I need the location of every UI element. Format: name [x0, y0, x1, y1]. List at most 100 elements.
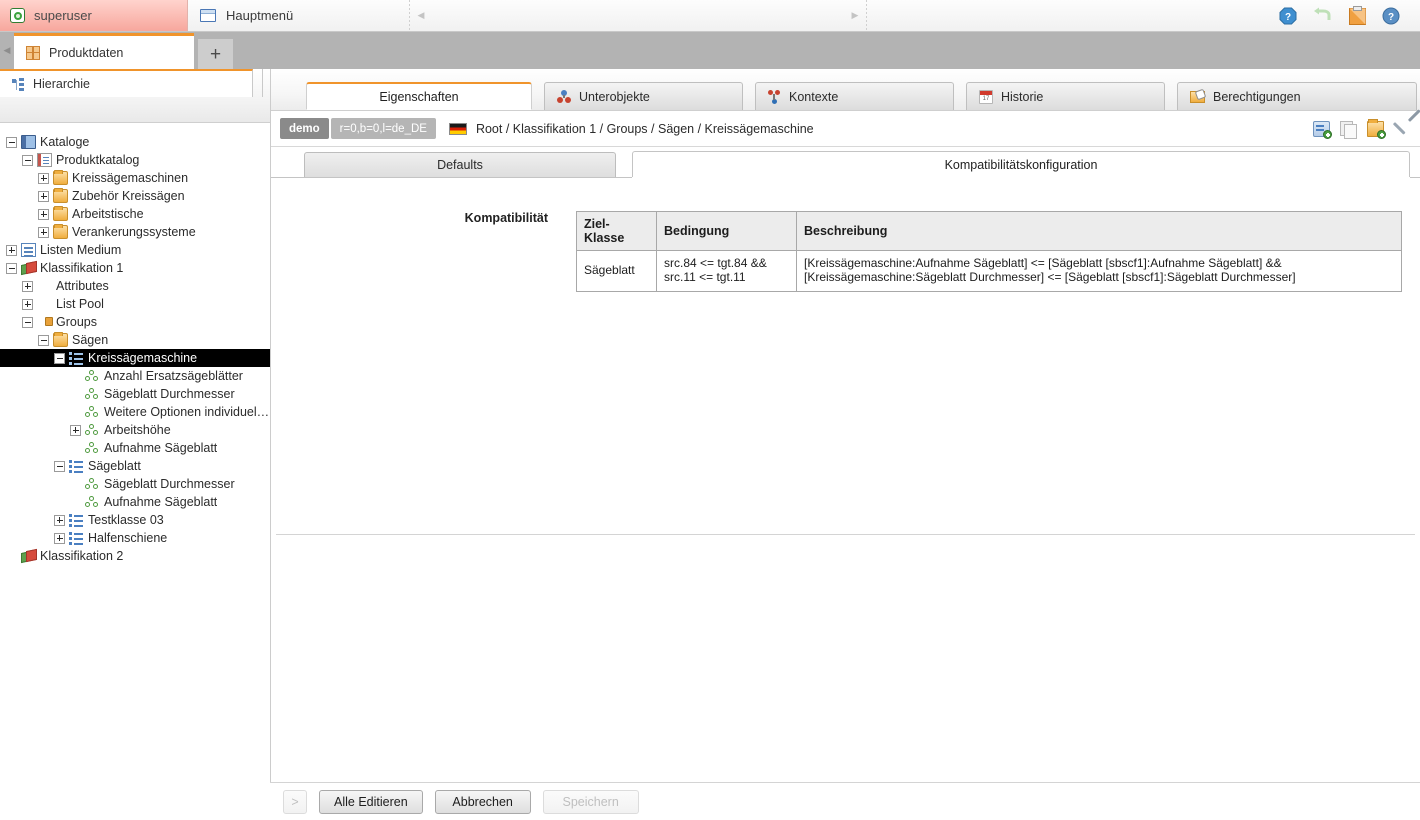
- collapse-icon[interactable]: [6, 263, 17, 274]
- collapse-icon[interactable]: [22, 317, 33, 328]
- breadcrumb-bar: demo r=0,b=0,l=de_DE Root / Klassifikati…: [271, 111, 1420, 147]
- tree-item[interactable]: Anzahl Ersatzsägeblätter: [0, 367, 270, 385]
- cubes-icon: [21, 261, 36, 275]
- collapse-icon[interactable]: [6, 137, 17, 148]
- tree-item[interactable]: Arbeitstische: [0, 205, 270, 223]
- tree-item[interactable]: Sägeblatt Durchmesser: [0, 475, 270, 493]
- expand-icon[interactable]: [38, 209, 49, 220]
- tree-item[interactable]: Klassifikation 1: [0, 259, 270, 277]
- settings-tools-icon[interactable]: [1394, 121, 1411, 137]
- tree-item[interactable]: Kreissägemaschine: [0, 349, 270, 367]
- expand-icon[interactable]: [54, 533, 65, 544]
- contexts-icon: [768, 90, 781, 104]
- main-tab-bar: Eigenschaften Unterobjekte Kontexte Hist…: [271, 69, 1420, 111]
- folder-icon: [53, 207, 68, 221]
- expand-icon[interactable]: [70, 425, 81, 436]
- tree-item[interactable]: Halfenschiene: [0, 529, 270, 547]
- subobjects-icon: [557, 90, 571, 103]
- expand-icon[interactable]: [22, 281, 33, 292]
- expand-icon[interactable]: [38, 191, 49, 202]
- tree-item[interactable]: Produktkatalog: [0, 151, 270, 169]
- classlist-icon: [69, 459, 84, 473]
- collapse-icon[interactable]: [38, 335, 49, 346]
- tab-kontexte[interactable]: Kontexte: [755, 82, 954, 110]
- tree-item[interactable]: Kreissägemaschinen: [0, 169, 270, 187]
- subtab-kompatibilitaetskonfiguration[interactable]: Kompatibilitätskonfiguration: [632, 151, 1410, 177]
- tree-item[interactable]: Verankerungssysteme: [0, 223, 270, 241]
- help-octagon-icon[interactable]: ?: [1279, 7, 1297, 25]
- breadcrumb-path[interactable]: Root / Klassifikation 1 / Groups / Sägen…: [476, 122, 814, 136]
- user-chip[interactable]: superuser: [0, 0, 188, 31]
- subtab-defaults[interactable]: Defaults: [304, 152, 616, 177]
- tree-item[interactable]: Groups: [0, 313, 270, 331]
- tree-item[interactable]: Aufnahme Sägeblatt: [0, 493, 270, 511]
- table-row[interactable]: Sägeblatt src.84 <= tgt.84 && src.11 <= …: [577, 251, 1402, 292]
- tree-item-label: Attributes: [56, 279, 109, 293]
- tree-item[interactable]: List Pool: [0, 295, 270, 313]
- topbar-scroll-left-icon[interactable]: ◀: [410, 0, 432, 31]
- tab-berechtigungen-label: Berechtigungen: [1213, 90, 1301, 104]
- attr-mix-icon: [37, 297, 52, 311]
- hierarchy-tree: Kataloge Produktkatalog Kreissägemaschinen…: [0, 123, 270, 565]
- new-form-icon[interactable]: [1313, 121, 1330, 137]
- attr-icon: [85, 423, 100, 437]
- tree-item[interactable]: Testklasse 03: [0, 511, 270, 529]
- listmed-icon: [21, 243, 36, 257]
- expand-icon[interactable]: [22, 299, 33, 310]
- workspace-chip[interactable]: demo: [280, 118, 329, 139]
- tab-unterobjekte[interactable]: Unterobjekte: [544, 82, 743, 110]
- main-panel: Eigenschaften Unterobjekte Kontexte Hist…: [270, 69, 1420, 820]
- tree-item[interactable]: Sägen: [0, 331, 270, 349]
- tree-item-label: Zubehör Kreissägen: [72, 189, 185, 203]
- apptab-scroll-left-icon[interactable]: ◀: [0, 32, 14, 69]
- tab-produktdaten[interactable]: Produktdaten: [14, 33, 194, 69]
- duplicate-icon: [1340, 121, 1357, 137]
- add-tab-button[interactable]: +: [198, 39, 233, 69]
- new-folder-icon[interactable]: [1367, 121, 1384, 137]
- classlist-icon: [69, 513, 84, 527]
- tab-berechtigungen[interactable]: Berechtigungen: [1177, 82, 1417, 110]
- params-chip[interactable]: r=0,b=0,l=de_DE: [331, 118, 436, 139]
- svg-text:?: ?: [1285, 12, 1291, 23]
- cell-ziel-klasse: Sägeblatt: [577, 251, 657, 292]
- expand-icon[interactable]: [54, 515, 65, 526]
- expand-icon[interactable]: [6, 245, 17, 256]
- tree-item[interactable]: Aufnahme Sägeblatt: [0, 439, 270, 457]
- tree-item[interactable]: Sägeblatt Durchmesser: [0, 385, 270, 403]
- topbar-scroll-right-icon[interactable]: ▶: [844, 0, 866, 31]
- main-menu-chip[interactable]: Hauptmenü: [188, 0, 403, 31]
- tree-item-label: Anzahl Ersatzsägeblätter: [104, 369, 243, 383]
- tab-eigenschaften[interactable]: Eigenschaften: [306, 82, 532, 110]
- expand-button[interactable]: >: [283, 790, 307, 814]
- tree-item[interactable]: Listen Medium: [0, 241, 270, 259]
- tree-item[interactable]: Zubehör Kreissägen: [0, 187, 270, 205]
- expand-icon[interactable]: [38, 227, 49, 238]
- collapse-icon[interactable]: [54, 353, 65, 364]
- collapse-icon[interactable]: [54, 461, 65, 472]
- edit-all-button[interactable]: Alle Editieren: [319, 790, 423, 814]
- tree-item[interactable]: Weitere Optionen individuell …: [0, 403, 270, 421]
- tree-item-label: Arbeitshöhe: [104, 423, 171, 437]
- tree-item-label: Halfenschiene: [88, 531, 167, 545]
- permissions-icon: [1190, 90, 1205, 103]
- tree-item[interactable]: Arbeitshöhe: [0, 421, 270, 439]
- column-beschreibung: Beschreibung: [797, 212, 1402, 251]
- tree-item[interactable]: Attributes: [0, 277, 270, 295]
- save-button[interactable]: Speichern: [543, 790, 639, 814]
- user-label: superuser: [34, 8, 92, 23]
- help-circle-icon[interactable]: ?: [1382, 7, 1400, 25]
- cancel-button[interactable]: Abbrechen: [435, 790, 531, 814]
- form-area: Kompatibilität Ziel-Klasse Bedingung Bes…: [271, 178, 1420, 820]
- expand-icon[interactable]: [38, 173, 49, 184]
- section-divider: [276, 534, 1415, 535]
- clipboard-icon[interactable]: [1349, 6, 1366, 25]
- tree-item[interactable]: Kataloge: [0, 133, 270, 151]
- tab-historie[interactable]: Historie: [966, 82, 1165, 110]
- tree-item[interactable]: Sägeblatt: [0, 457, 270, 475]
- undo-arrow-icon[interactable]: [1313, 7, 1333, 25]
- sidebar-tab-hierarchie[interactable]: Hierarchie: [0, 69, 253, 97]
- grid-icon: [26, 46, 40, 60]
- tree-item[interactable]: Klassifikation 2: [0, 547, 270, 565]
- tree-item-label: Produktkatalog: [56, 153, 139, 167]
- collapse-icon[interactable]: [22, 155, 33, 166]
